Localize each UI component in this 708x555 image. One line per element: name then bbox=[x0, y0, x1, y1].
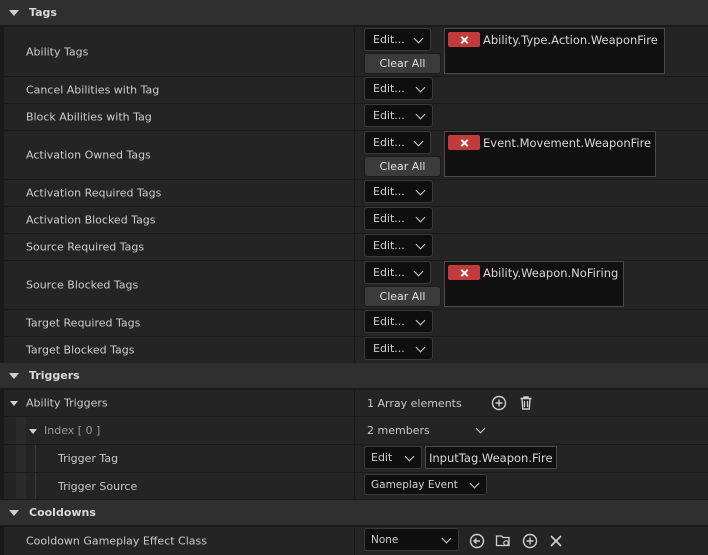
collapse-arrow-icon[interactable] bbox=[9, 509, 19, 516]
collapse-arrow-icon[interactable] bbox=[9, 372, 19, 379]
edit-tags-button[interactable]: Edit... bbox=[364, 207, 433, 230]
property-label: Activation Owned Tags bbox=[26, 148, 151, 162]
collapse-arrow-icon[interactable] bbox=[9, 9, 19, 16]
row-activation-required: Activation Required Tags bbox=[4, 179, 708, 206]
chevron-down-icon bbox=[415, 342, 426, 353]
edit-tags-button[interactable]: Edit... bbox=[364, 77, 433, 100]
collapse-arrow-icon[interactable] bbox=[10, 401, 18, 406]
cooldown-class-dropdown[interactable]: None bbox=[364, 528, 459, 551]
chevron-down-icon[interactable] bbox=[475, 423, 486, 434]
row-trigger-source: Trigger Source bbox=[4, 472, 708, 499]
chevron-down-icon bbox=[441, 533, 452, 544]
property-label: Activation Blocked Tags bbox=[26, 213, 156, 227]
edit-trigger-tag-button[interactable]: Edit bbox=[364, 446, 422, 469]
chevron-down-icon bbox=[415, 239, 426, 250]
row-activation-blocked: Activation Blocked Tags bbox=[4, 206, 708, 233]
chevron-down-icon bbox=[415, 185, 426, 196]
array-count: 1 Array elements bbox=[367, 397, 462, 410]
tag-value: Ability.Weapon.NoFiring bbox=[483, 265, 619, 280]
chevron-down-icon bbox=[413, 266, 424, 277]
row-cooldown-class: Cooldown Gameplay Effect Class bbox=[4, 526, 708, 555]
section-title: Triggers bbox=[29, 369, 80, 382]
edit-tags-button[interactable]: Edit... bbox=[364, 337, 433, 360]
browse-folder-icon[interactable] bbox=[495, 532, 511, 548]
edit-tags-button[interactable]: Edit... bbox=[364, 310, 433, 333]
array-index-label: Index [ 0 ] bbox=[44, 424, 101, 437]
tag-value: Ability.Type.Action.WeaponFire bbox=[483, 32, 658, 47]
property-label: Ability Triggers bbox=[26, 396, 108, 410]
edit-tags-button[interactable]: Edit... bbox=[364, 28, 431, 51]
property-label: Source Required Tags bbox=[26, 240, 145, 254]
row-block-abilities: Block Abilities with Tag bbox=[4, 103, 708, 130]
trigger-tag-value-box: InputTag.Weapon.Fire bbox=[425, 446, 557, 469]
property-label: Target Required Tags bbox=[26, 316, 141, 330]
edit-tags-button[interactable]: Edit... bbox=[364, 180, 433, 203]
row-target-blocked: Target Blocked Tags bbox=[4, 336, 708, 363]
use-selected-icon[interactable] bbox=[469, 533, 485, 549]
row-ability-triggers: Ability Triggers 1 Array elements bbox=[4, 389, 708, 416]
collapse-arrow-icon[interactable] bbox=[29, 429, 37, 434]
cooldowns-section-header[interactable]: Cooldowns bbox=[0, 500, 708, 526]
edit-tags-button[interactable]: Edit... bbox=[364, 261, 431, 284]
add-element-icon[interactable] bbox=[491, 395, 507, 411]
tag-value: Event.Movement.WeaponFire bbox=[483, 135, 652, 150]
edit-tags-button[interactable]: Edit... bbox=[364, 104, 433, 127]
clear-icon[interactable] bbox=[548, 533, 564, 549]
property-label: Block Abilities with Tag bbox=[26, 110, 152, 124]
row-source-required: Source Required Tags bbox=[4, 233, 708, 260]
tag-container: Event.Movement.WeaponFire bbox=[444, 131, 656, 177]
edit-tags-button[interactable]: Edit... bbox=[364, 131, 431, 154]
property-label: Source Blocked Tags bbox=[26, 278, 139, 292]
triggers-section-header[interactable]: Triggers bbox=[0, 363, 708, 389]
tag-container: Ability.Weapon.NoFiring bbox=[444, 261, 624, 307]
clear-all-button[interactable]: Clear All bbox=[364, 53, 441, 74]
remove-tag-icon[interactable] bbox=[448, 265, 480, 280]
tag-value: InputTag.Weapon.Fire bbox=[429, 450, 553, 465]
property-label: Cancel Abilities with Tag bbox=[26, 83, 160, 97]
row-target-required: Target Required Tags bbox=[4, 309, 708, 336]
chevron-down-icon bbox=[413, 136, 424, 147]
clear-all-button[interactable]: Clear All bbox=[364, 286, 441, 307]
chevron-down-icon bbox=[404, 451, 415, 462]
chevron-down-icon bbox=[415, 82, 426, 93]
chevron-down-icon bbox=[415, 212, 426, 223]
remove-tag-icon[interactable] bbox=[448, 32, 480, 47]
tag-container: Ability.Type.Action.WeaponFire bbox=[444, 28, 665, 74]
section-title: Cooldowns bbox=[29, 506, 96, 519]
trigger-source-dropdown[interactable]: Gameplay Event bbox=[364, 474, 487, 495]
property-label: Trigger Source bbox=[58, 480, 138, 493]
tags-section-header[interactable]: Tags bbox=[0, 0, 708, 26]
chevron-down-icon bbox=[413, 33, 424, 44]
members-count: 2 members bbox=[367, 424, 430, 437]
details-panel: Tags Ability Tags Edit... Clear All Abil… bbox=[0, 0, 708, 555]
chevron-down-icon bbox=[469, 478, 480, 489]
clear-all-button[interactable]: Clear All bbox=[364, 156, 441, 177]
edit-tags-button[interactable]: Edit... bbox=[364, 234, 433, 257]
add-icon[interactable] bbox=[522, 533, 538, 549]
chevron-down-icon bbox=[415, 109, 426, 120]
remove-tag-icon[interactable] bbox=[448, 135, 480, 150]
property-label: Trigger Tag bbox=[58, 452, 119, 465]
trash-icon[interactable] bbox=[518, 395, 534, 411]
row-cancel-abilities: Cancel Abilities with Tag bbox=[4, 76, 708, 103]
chevron-down-icon bbox=[415, 315, 426, 326]
property-label: Ability Tags bbox=[26, 45, 89, 58]
property-label: Activation Required Tags bbox=[26, 186, 162, 200]
row-index-0: Index [ 0 ] 2 members bbox=[4, 416, 708, 444]
row-trigger-tag: Trigger Tag bbox=[4, 444, 708, 472]
property-label: Cooldown Gameplay Effect Class bbox=[26, 534, 208, 548]
property-label: Target Blocked Tags bbox=[26, 343, 135, 357]
section-title: Tags bbox=[29, 6, 57, 19]
